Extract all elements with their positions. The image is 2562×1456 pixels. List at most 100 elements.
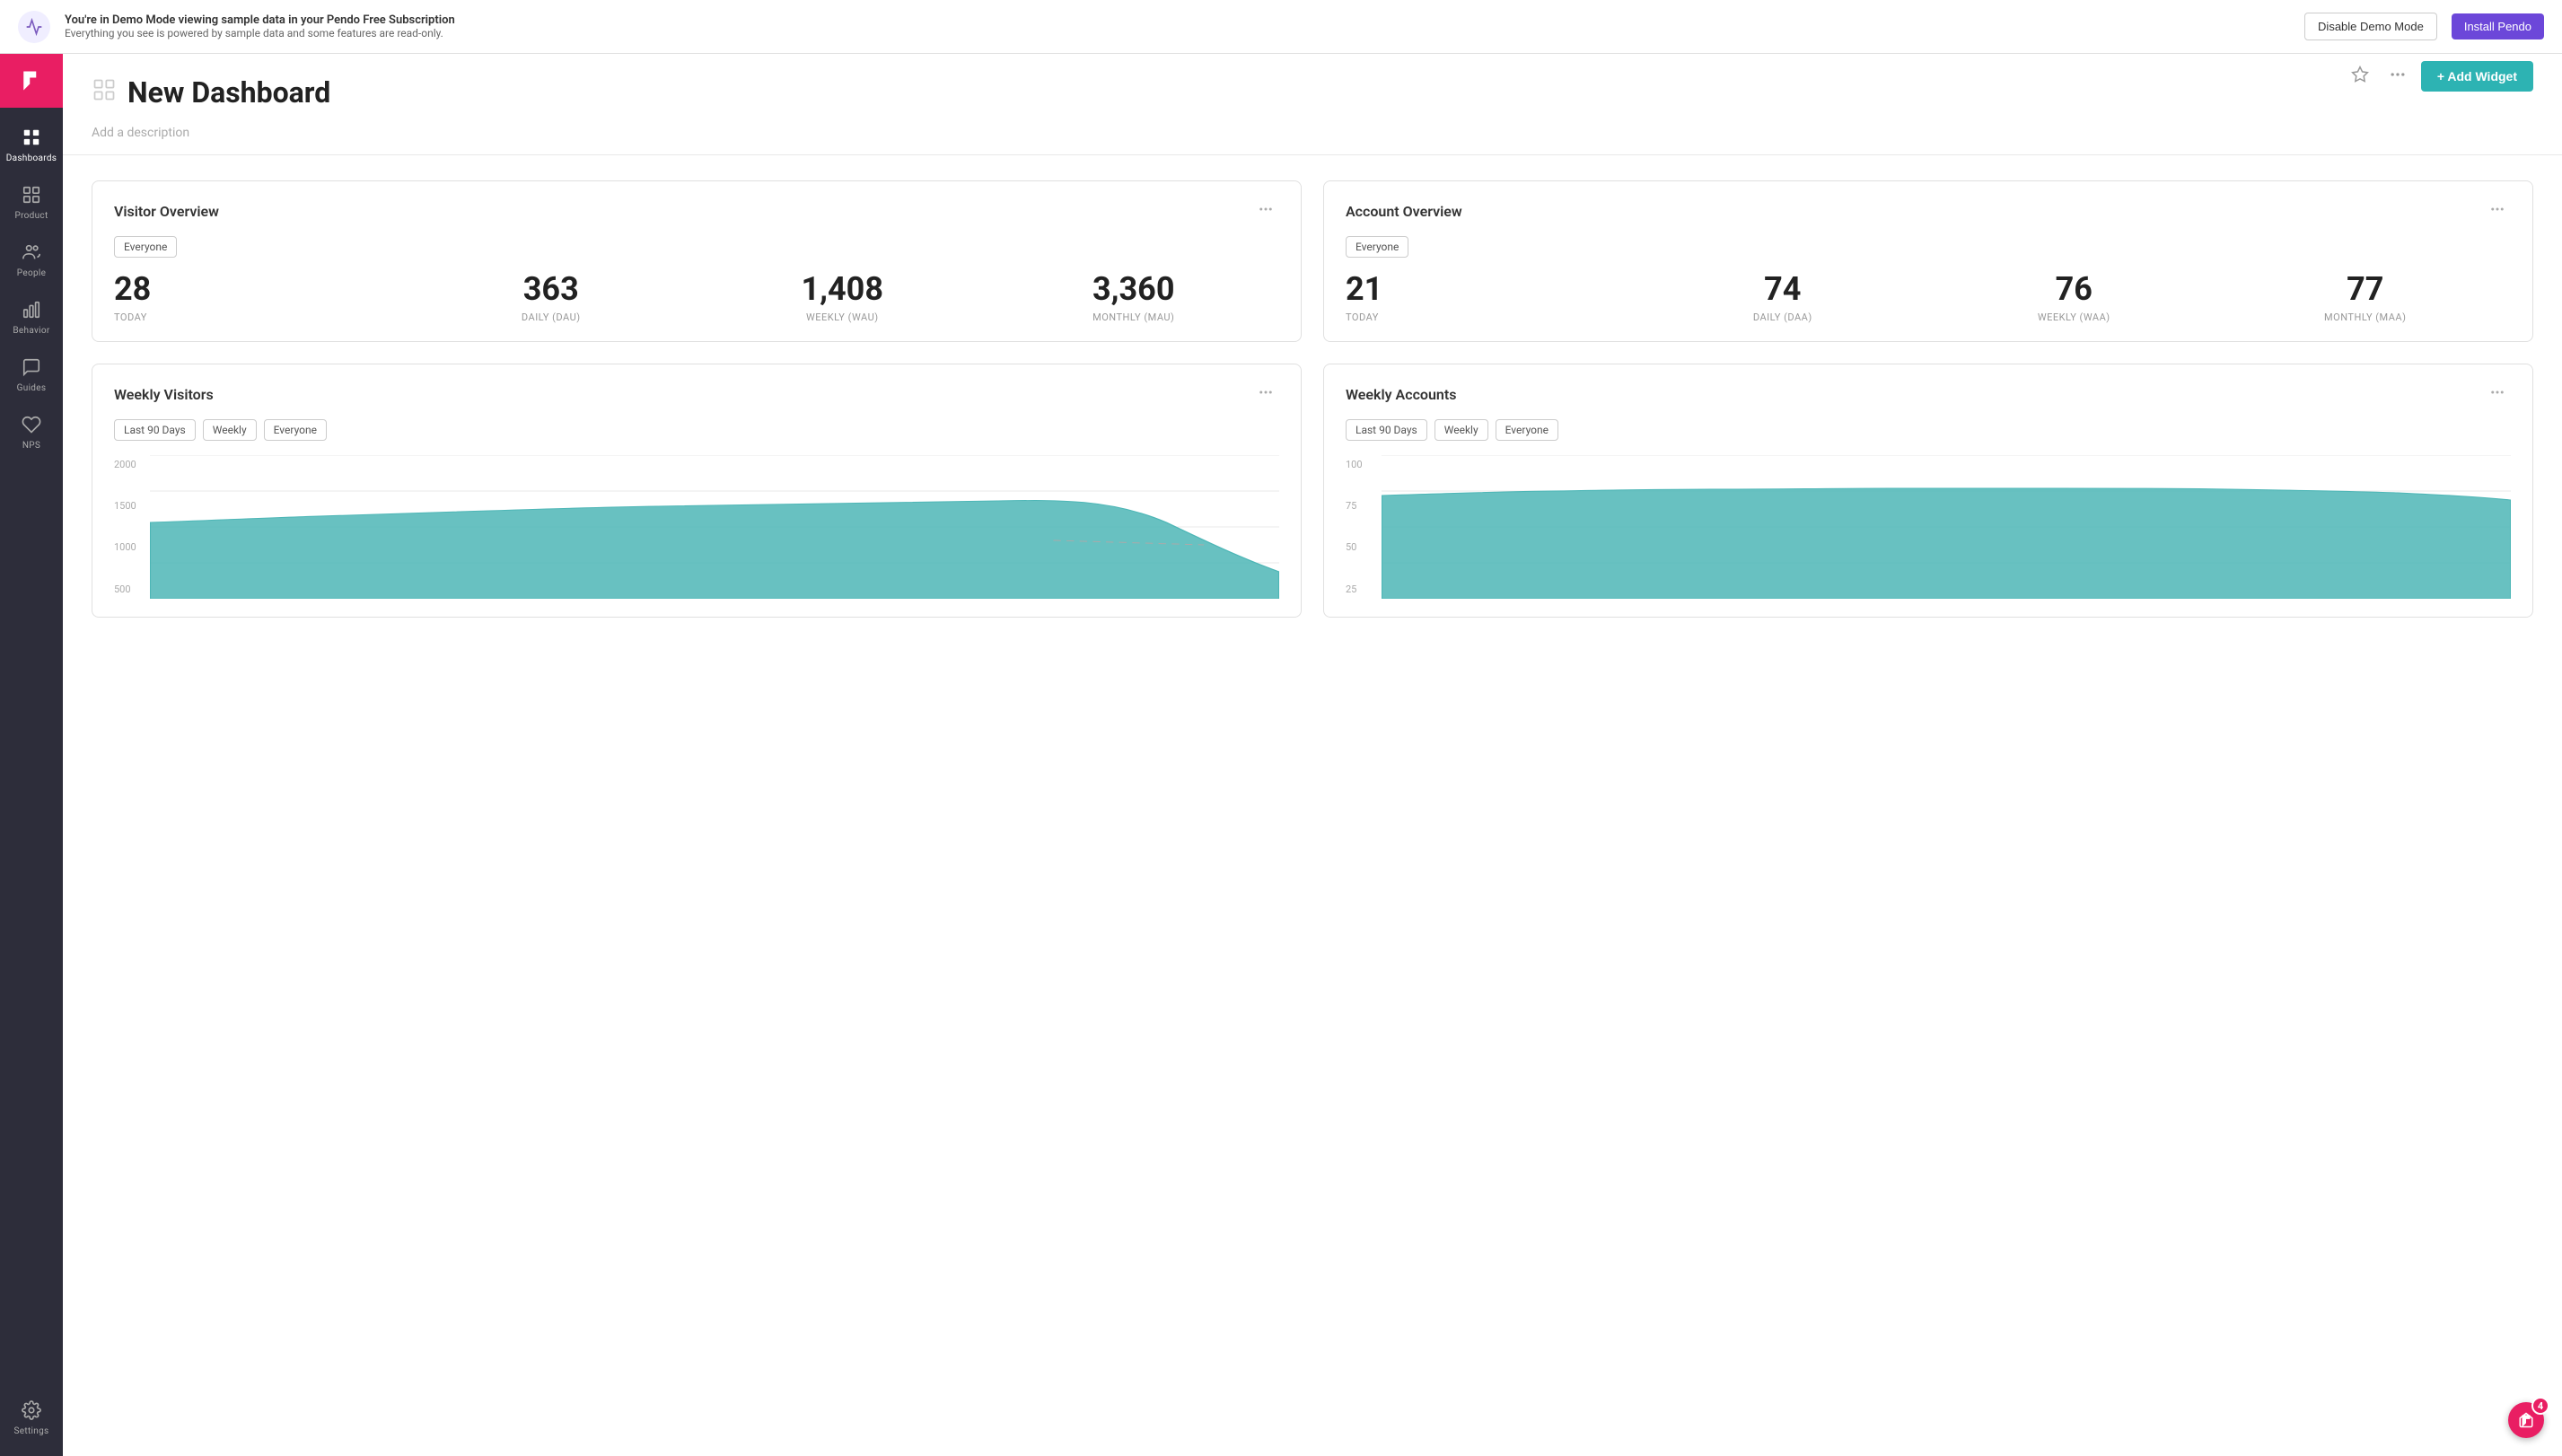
sidebar-item-guides[interactable]: Guides	[0, 346, 63, 404]
guides-icon	[22, 357, 41, 380]
sidebar-item-dashboards[interactable]: Dashboards	[0, 117, 63, 174]
disable-demo-btn[interactable]: Disable Demo Mode	[2304, 13, 2437, 40]
more-options-btn[interactable]	[2383, 62, 2412, 92]
dashboard-grid: Visitor Overview Everyone 28 TODAY	[63, 155, 2562, 643]
sidebar-item-settings[interactable]: Settings	[0, 1390, 63, 1447]
product-icon	[22, 185, 41, 207]
stat-wau-label: WEEKLY (WAU)	[697, 311, 988, 323]
stat-mau-label: MONTHLY (MAU)	[988, 311, 1280, 323]
account-overview-stats: 21 TODAY 74 DAILY (DAA) 76 WEEKLY (WAA) …	[1346, 272, 2511, 323]
account-overview-tags: Everyone	[1346, 236, 2511, 258]
stat-today-acc-value: 21	[1346, 272, 1637, 308]
stat-today-value: 28	[114, 272, 406, 308]
stat-maa: 77 MONTHLY (MAA)	[2220, 272, 2512, 323]
page-title-row: New Dashboard	[92, 75, 330, 110]
content-area: New Dashboard + Add Widget	[63, 54, 2562, 1456]
page-actions: + Add Widget	[2346, 61, 2533, 92]
weekly-accounts-tags: Last 90 Days Weekly Everyone	[1346, 419, 2511, 441]
stat-mau-value: 3,360	[988, 272, 1280, 308]
wv-tag-2: Everyone	[264, 419, 327, 441]
account-overview-menu-btn[interactable]	[2484, 199, 2511, 224]
stat-today-visitors: 28 TODAY	[114, 272, 406, 323]
notification-count: 4	[2531, 1397, 2549, 1415]
dashboards-label: Dashboards	[6, 153, 57, 163]
stat-waa-label: WEEKLY (WAA)	[1928, 311, 2220, 323]
people-icon	[22, 242, 41, 265]
add-widget-btn[interactable]: + Add Widget	[2421, 61, 2533, 92]
weekly-visitors-title: Weekly Visitors	[114, 386, 214, 403]
weekly-accounts-menu-btn[interactable]	[2484, 382, 2511, 407]
behavior-label: Behavior	[13, 326, 49, 336]
page-header: New Dashboard + Add Widget	[63, 54, 2562, 155]
stat-today-accounts: 21 TODAY	[1346, 272, 1637, 323]
sidebar-item-nps[interactable]: NPS	[0, 404, 63, 461]
wa-y-100: 100	[1346, 459, 1382, 470]
stat-waa-value: 76	[1928, 272, 2220, 308]
visitor-overview-stats: 28 TODAY 363 DAILY (DAU) 1,408 WEEKLY (W…	[114, 272, 1279, 323]
stat-today-label: TODAY	[114, 311, 406, 323]
stat-daa-value: 74	[1637, 272, 1929, 308]
sidebar-bottom: Settings	[0, 1390, 63, 1456]
wa-y-labels: 100 75 50 25	[1346, 455, 1382, 599]
wa-chart-area	[1382, 455, 2511, 599]
visitor-overview-widget: Visitor Overview Everyone 28 TODAY	[92, 180, 1302, 342]
page-title-icon	[92, 77, 117, 108]
weekly-visitors-tags: Last 90 Days Weekly Everyone	[114, 419, 1279, 441]
stat-daa: 74 DAILY (DAA)	[1637, 272, 1929, 323]
visitor-overview-title: Visitor Overview	[114, 203, 219, 220]
sidebar-item-behavior[interactable]: Behavior	[0, 289, 63, 346]
weekly-visitors-menu-btn[interactable]	[1252, 382, 1279, 407]
page-title: New Dashboard	[127, 75, 330, 110]
weekly-accounts-widget: Weekly Accounts Last 90 Days Weekly Ever…	[1323, 364, 2533, 618]
app-body: Dashboards Product	[0, 54, 2562, 1456]
install-pendo-btn[interactable]: Install Pendo	[2452, 13, 2544, 39]
stat-maa-value: 77	[2220, 272, 2512, 308]
product-label: Product	[14, 211, 48, 221]
wa-tag-1: Weekly	[1435, 419, 1488, 441]
demo-sub-text: Everything you see is powered by sample …	[65, 27, 2290, 39]
weekly-visitors-widget: Weekly Visitors Last 90 Days Weekly Ever…	[92, 364, 1302, 618]
demo-banner: You're in Demo Mode viewing sample data …	[0, 0, 2562, 54]
weekly-accounts-chart: 100 75 50 25	[1346, 455, 2511, 599]
behavior-icon	[22, 300, 41, 322]
wv-y-1500: 1500	[114, 500, 150, 512]
wa-tag-2: Everyone	[1496, 419, 1558, 441]
nps-icon	[22, 415, 41, 437]
sidebar-logo	[0, 54, 63, 108]
wa-y-25: 25	[1346, 583, 1382, 595]
demo-main-text: You're in Demo Mode viewing sample data …	[65, 13, 2290, 27]
wv-y-2000: 2000	[114, 459, 150, 470]
visitor-overview-header: Visitor Overview	[114, 199, 1279, 224]
weekly-accounts-title: Weekly Accounts	[1346, 386, 1456, 403]
stat-dau: 363 DAILY (DAU)	[406, 272, 698, 323]
nps-label: NPS	[22, 441, 40, 451]
wv-tag-0: Last 90 Days	[114, 419, 196, 441]
people-label: People	[17, 268, 46, 278]
stat-mau: 3,360 MONTHLY (MAU)	[988, 272, 1280, 323]
stat-waa: 76 WEEKLY (WAA)	[1928, 272, 2220, 323]
sidebar-item-people[interactable]: People	[0, 232, 63, 289]
stat-today-acc-label: TODAY	[1346, 311, 1637, 323]
notification-badge[interactable]: 4	[2508, 1402, 2544, 1438]
stat-wau: 1,408 WEEKLY (WAU)	[697, 272, 988, 323]
guides-label: Guides	[17, 383, 47, 393]
weekly-visitors-header: Weekly Visitors	[114, 382, 1279, 407]
sidebar-nav: Dashboards Product	[0, 108, 63, 1390]
favorite-btn[interactable]	[2346, 62, 2374, 92]
demo-banner-text: You're in Demo Mode viewing sample data …	[65, 13, 2290, 39]
wa-y-75: 75	[1346, 500, 1382, 512]
visitor-overview-tag-everyone: Everyone	[114, 236, 177, 258]
wa-y-50: 50	[1346, 541, 1382, 553]
sidebar-item-product[interactable]: Product	[0, 174, 63, 232]
wv-y-1000: 1000	[114, 541, 150, 553]
demo-banner-icon	[18, 11, 50, 43]
account-overview-tag-everyone: Everyone	[1346, 236, 1408, 258]
wa-tag-0: Last 90 Days	[1346, 419, 1427, 441]
account-overview-widget: Account Overview Everyone 21 TODAY	[1323, 180, 2533, 342]
wv-y-labels: 2000 1500 1000 500	[114, 455, 150, 599]
wv-chart-area	[150, 455, 1279, 599]
stat-dau-label: DAILY (DAU)	[406, 311, 698, 323]
stat-dau-value: 363	[406, 272, 698, 308]
page-description[interactable]: Add a description	[92, 117, 2533, 154]
visitor-overview-menu-btn[interactable]	[1252, 199, 1279, 224]
